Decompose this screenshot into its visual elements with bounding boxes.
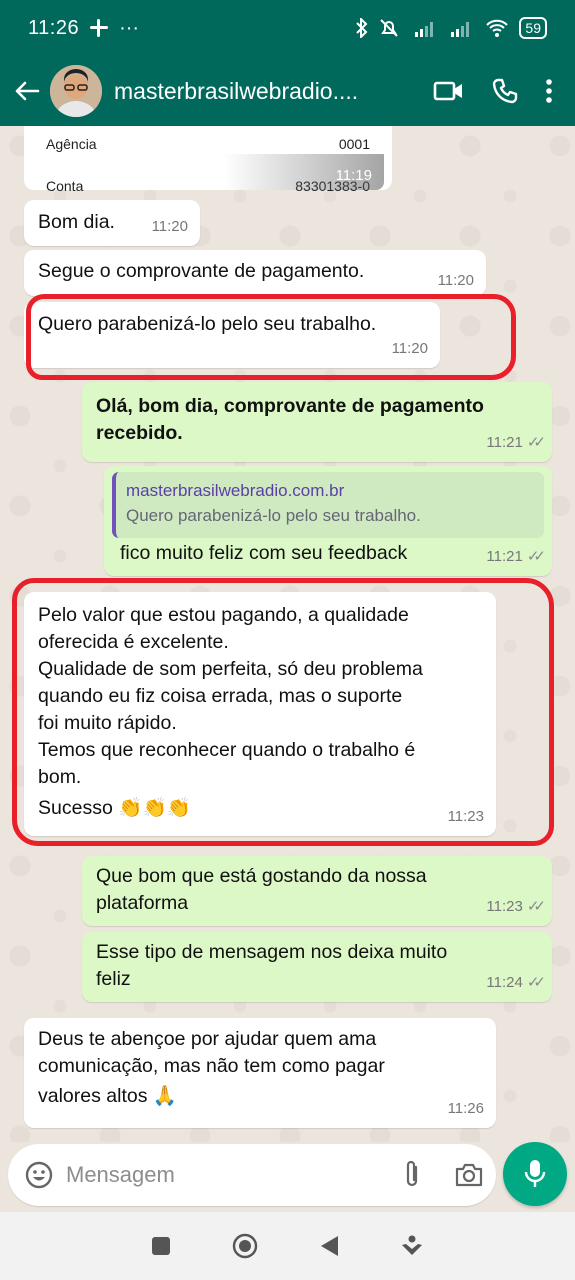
incoming-message[interactable]: Pelo valor que estou pagando, a qualidad…: [24, 592, 496, 836]
more-notifications-icon: ···: [119, 16, 140, 39]
message-time: 11:23: [486, 898, 523, 915]
message-text-line: Pelo valor que estou pagando, a qualidad…: [38, 604, 409, 626]
back-arrow-icon: [15, 81, 40, 101]
back-button[interactable]: [4, 56, 50, 126]
quoted-message[interactable]: masterbrasilwebradio.com.br Quero parabe…: [112, 472, 544, 538]
recent-apps-icon[interactable]: [150, 1235, 172, 1257]
message-time: 11:21: [486, 434, 523, 451]
message-text-line: plataforma: [96, 892, 189, 914]
message-time: 11:20: [151, 218, 188, 235]
incoming-message[interactable]: Deus te abençoe por ajudar quem ama comu…: [24, 1018, 496, 1128]
message-text-line: feliz: [96, 968, 131, 990]
receipt-image-message[interactable]: Agência 0001 Conta 83301383-0 11:19: [24, 126, 392, 194]
voice-message-button[interactable]: [503, 1142, 567, 1206]
message-text: Bom dia.: [38, 211, 115, 233]
camera-icon[interactable]: [454, 1162, 484, 1188]
message-text-line: foi muito rápido.: [38, 712, 177, 734]
message-time: 11:23: [447, 808, 484, 825]
receipt-value-agencia: 0001: [338, 136, 370, 152]
quoted-text: Quero parabenizá-lo pelo seu trabalho.: [126, 506, 421, 525]
voice-call-icon[interactable]: [491, 77, 519, 105]
incoming-message[interactable]: Quero parabenizá-lo pelo seu trabalho. 1…: [24, 302, 440, 368]
message-composer: [0, 1142, 575, 1212]
message-text-line: Esse tipo de mensagem nos deixa muito: [96, 941, 448, 963]
video-call-icon[interactable]: [433, 79, 465, 103]
message-text-line: bom.: [38, 766, 82, 788]
message-text-line: valores altos 🙏: [38, 1085, 178, 1107]
message-time: 11:21: [486, 548, 523, 565]
message-text: fico muito feliz com seu feedback: [120, 542, 408, 564]
message-time: 11:19: [335, 167, 372, 184]
message-text-line: Deus te abençoe por ajudar quem ama: [38, 1028, 377, 1050]
back-icon[interactable]: [318, 1234, 340, 1258]
message-text: Quero parabenizá-lo pelo seu trabalho.: [38, 313, 377, 335]
status-bar: 11:26 ··· 59: [0, 0, 575, 56]
outgoing-message[interactable]: Olá, bom dia, comprovante de pagamento r…: [82, 382, 552, 462]
double-check-icon: ✓✓: [526, 548, 546, 565]
incoming-message[interactable]: Bom dia. 11:20: [24, 200, 200, 246]
receipt-label-agencia: Agência: [46, 136, 97, 152]
bluetooth-icon: [356, 18, 368, 38]
message-field[interactable]: [8, 1144, 496, 1206]
message-time: 11:26: [447, 1100, 484, 1117]
mute-bell-icon: [380, 19, 399, 37]
outgoing-message[interactable]: Esse tipo de mensagem nos deixa muito fe…: [82, 932, 552, 1002]
signal-5g-icon: [415, 22, 434, 37]
incoming-message[interactable]: Segue o comprovante de pagamento. 11:20: [24, 250, 486, 296]
microphone-icon: [524, 1160, 546, 1187]
signal-icon: [451, 22, 470, 37]
message-text-line: oferecida é excelente.: [38, 631, 229, 653]
system-nav-bar: [0, 1212, 575, 1280]
more-options-icon[interactable]: [545, 78, 553, 104]
message-text-line: quando eu fiz coisa errada, mas o suport…: [38, 685, 403, 707]
double-check-icon: ✓✓: [526, 434, 546, 451]
message-time: 11:20: [437, 272, 474, 289]
message-text-line: Olá, bom dia, comprovante de pagamento: [96, 395, 484, 417]
message-text-line: Qualidade de som perfeita, só deu proble…: [38, 658, 423, 680]
contact-name[interactable]: masterbrasilwebradio....: [114, 78, 389, 105]
status-time: 11:26: [28, 16, 80, 39]
battery-indicator: 59: [519, 17, 547, 39]
receipt-label-conta: Conta: [46, 178, 84, 194]
quoted-author: masterbrasilwebradio.com.br: [126, 481, 345, 500]
emoji-icon[interactable]: [24, 1160, 54, 1190]
double-check-icon: ✓✓: [526, 898, 546, 915]
message-text-line: Temos que reconhecer quando o trabalho é: [38, 739, 416, 761]
outgoing-message[interactable]: Que bom que está gostando da nossa plata…: [82, 856, 552, 926]
contact-avatar[interactable]: [50, 65, 102, 117]
message-text-line: Sucesso 👏👏👏: [38, 797, 192, 819]
message-text-line: Que bom que está gostando da nossa: [96, 865, 427, 887]
message-text: Segue o comprovante de pagamento.: [38, 260, 365, 282]
chat-messages[interactable]: Agência 0001 Conta 83301383-0 11:19 Bom …: [0, 126, 575, 1142]
message-text-line: recebido.: [96, 422, 183, 444]
message-time: 11:24: [486, 974, 523, 991]
message-text-line: comunicação, mas não tem como pagar: [38, 1055, 385, 1077]
message-input[interactable]: [66, 1162, 376, 1188]
attach-clip-icon[interactable]: [400, 1159, 424, 1191]
double-check-icon: ✓✓: [526, 974, 546, 991]
outgoing-reply-message[interactable]: masterbrasilwebradio.com.br Quero parabe…: [104, 466, 552, 576]
slack-notification-icon: [90, 19, 109, 37]
wifi-icon: [486, 19, 509, 37]
chat-header: masterbrasilwebradio....: [0, 56, 575, 126]
assistant-icon[interactable]: [399, 1233, 425, 1259]
home-icon[interactable]: [231, 1232, 259, 1260]
message-time: 11:20: [391, 340, 428, 357]
person-photo-icon: [50, 65, 102, 117]
